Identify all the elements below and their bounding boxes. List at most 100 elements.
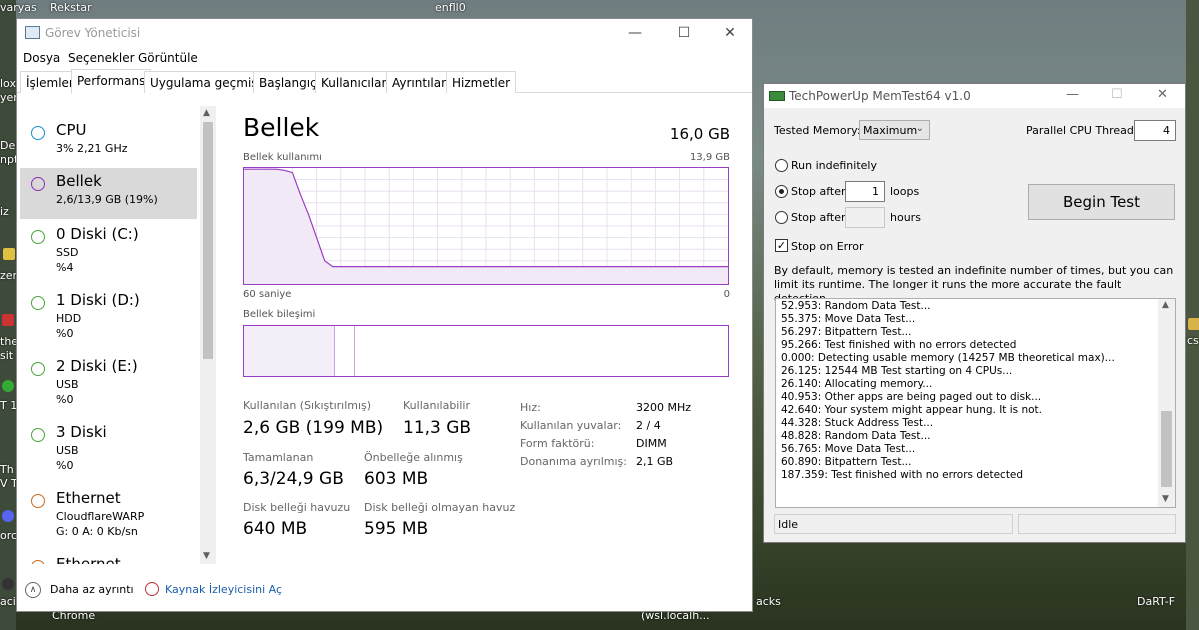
desktop-label[interactable]: T 1 xyxy=(0,399,17,412)
desktop-icon[interactable] xyxy=(2,510,14,522)
scrollbar-thumb[interactable] xyxy=(203,122,213,359)
sidebar-item-ethernet-0[interactable]: Ethernet CloudflareWARP G: 0 A: 0 Kb/sn xyxy=(20,485,197,549)
open-resource-monitor-link[interactable]: Kaynak İzleyicisini Aç xyxy=(165,583,282,596)
tab-users[interactable]: Kullanıcılar xyxy=(315,71,393,93)
nonpaged-pool-value: 595 MB xyxy=(364,519,429,539)
sidebar-item-detail: SSD xyxy=(56,246,79,259)
sidebar-scrollbar[interactable]: ▲ ▼ xyxy=(200,106,216,564)
minimize-button[interactable]: — xyxy=(612,19,658,47)
stop-after-hours-radio[interactable] xyxy=(775,211,788,224)
scroll-down-icon[interactable]: ▼ xyxy=(1162,494,1169,504)
window-title: TechPowerUp MemTest64 v1.0 xyxy=(789,89,971,103)
graph-axis-right: 0 xyxy=(723,289,730,300)
chevron-up-icon[interactable]: ∧ xyxy=(25,582,41,598)
maximize-button[interactable]: ☐ xyxy=(661,19,707,47)
desktop-icon[interactable] xyxy=(2,380,14,392)
desktop-label[interactable]: iz xyxy=(0,205,9,218)
threads-input[interactable]: 4 xyxy=(1134,120,1176,141)
sidebar-item-title: 0 Diski (C:) xyxy=(56,225,139,243)
maximize-button[interactable]: ☐ xyxy=(1111,87,1123,102)
cached-label: Önbelleğe alınmış xyxy=(364,451,463,464)
sidebar-item-disk-2[interactable]: 2 Diski (E:) USB %0 xyxy=(20,353,197,417)
desktop-label[interactable]: DaRT-F xyxy=(1137,595,1175,608)
sidebar-item-detail: %4 xyxy=(56,261,74,274)
in-use-value: 2,6 GB (199 MB) xyxy=(243,418,384,438)
close-button[interactable]: ✕ xyxy=(707,19,753,47)
hours-input[interactable] xyxy=(845,207,885,228)
memtest-window: TechPowerUp MemTest64 v1.0 — ☐ ✕ Tested … xyxy=(763,83,1186,543)
task-manager-icon xyxy=(25,26,40,39)
sidebar-item-detail: G: 0 A: 0 Kb/sn xyxy=(56,525,138,538)
log-line: 44.328: Stuck Address Test... xyxy=(781,417,934,429)
log-line: 60.890: Bitpattern Test... xyxy=(781,456,912,468)
tab-startup[interactable]: Başlangıç xyxy=(253,71,323,93)
scroll-down-icon[interactable]: ▼ xyxy=(203,551,210,561)
close-button[interactable]: ✕ xyxy=(1157,87,1168,102)
desktop-label[interactable]: aci xyxy=(0,595,16,608)
menu-file[interactable]: Dosya xyxy=(23,51,60,65)
sidebar-item-disk-0[interactable]: 0 Diski (C:) SSD %4 xyxy=(20,221,197,285)
minimize-button[interactable]: — xyxy=(1066,87,1079,102)
composition-in-use xyxy=(244,326,335,376)
sidebar-item-cpu[interactable]: CPU 3% 2,21 GHz xyxy=(20,117,197,165)
hours-label: hours xyxy=(890,211,921,224)
menu-view[interactable]: Görüntüle xyxy=(138,51,198,65)
run-indefinitely-label: Run indefinitely xyxy=(791,159,877,172)
paged-pool-label: Disk belleği havuzu xyxy=(243,501,351,514)
log-line: 42.640: Your system might appear hung. I… xyxy=(781,404,1043,416)
desktop-label[interactable]: Rekstar xyxy=(50,1,92,14)
stop-on-error-checkbox[interactable]: ✓ xyxy=(775,239,788,252)
usage-graph-max: 13,9 GB xyxy=(689,152,730,163)
tab-app-history[interactable]: Uygulama geçmişi xyxy=(144,71,267,93)
desktop-label[interactable]: Th xyxy=(0,463,14,476)
hardware-reserved-value: 2,1 GB xyxy=(636,455,674,468)
tab-details[interactable]: Ayrıntılar xyxy=(386,71,453,93)
log-line: 0.000: Detecting usable memory (14257 MB… xyxy=(781,352,1115,364)
graph-axis-left: 60 saniye xyxy=(243,289,292,300)
fewer-details-link[interactable]: Daha az ayrıntı xyxy=(50,583,134,596)
desktop-label[interactable]: sit xyxy=(0,349,13,362)
stop-on-error-label: Stop on Error xyxy=(791,240,864,253)
stop-after-hours-label: Stop after xyxy=(791,211,846,224)
desktop-icon[interactable] xyxy=(3,248,15,260)
log-line: 56.297: Bitpattern Test... xyxy=(781,326,912,338)
tested-memory-select[interactable]: Maximum ⌄ xyxy=(859,120,930,140)
footer-bar: ∧ Daha az ayrıntı Kaynak İzleyicisini Aç xyxy=(17,578,752,602)
composition-label: Bellek bileşimi xyxy=(243,309,316,320)
hardware-reserved-label: Donanıma ayrılmış: xyxy=(520,455,627,468)
cached-value: 603 MB xyxy=(364,469,429,489)
sidebar-item-title: 3 Diski xyxy=(56,423,107,441)
test-log[interactable]: 52.953: Random Data Test... 55.375: Move… xyxy=(775,298,1176,508)
desktop-label[interactable]: lox xyxy=(0,77,16,90)
desktop-label[interactable]: orc xyxy=(0,529,17,542)
scrollbar-thumb[interactable] xyxy=(1161,411,1172,487)
tab-services[interactable]: Hizmetler xyxy=(446,71,517,93)
run-indefinitely-radio[interactable] xyxy=(775,159,788,172)
sidebar-item-memory[interactable]: Bellek 2,6/13,9 GB (19%) xyxy=(20,168,197,219)
log-line: 40.953: Other apps are being paged out t… xyxy=(781,391,1042,403)
log-scrollbar[interactable]: ▲ ▼ xyxy=(1158,299,1175,507)
sidebar-item-ethernet-1[interactable]: Ethernet xyxy=(20,551,197,564)
loops-input[interactable]: 1 xyxy=(845,181,885,202)
threads-label: Parallel CPU Threads: xyxy=(1026,124,1144,137)
desktop-icon[interactable] xyxy=(2,578,14,590)
desktop-label[interactable]: cs xyxy=(1187,334,1199,347)
stop-after-loops-radio[interactable] xyxy=(775,185,788,198)
tab-performance[interactable]: Performans xyxy=(71,69,152,94)
desktop-label[interactable]: varyas xyxy=(0,1,37,14)
scroll-up-icon[interactable]: ▲ xyxy=(1162,300,1169,310)
sidebar-item-disk-3[interactable]: 3 Diski USB %0 xyxy=(20,419,197,483)
sidebar-item-disk-1[interactable]: 1 Diski (D:) HDD %0 xyxy=(20,287,197,351)
begin-test-button[interactable]: Begin Test xyxy=(1028,184,1175,220)
chevron-down-icon: ⌄ xyxy=(915,123,924,134)
desktop-icon[interactable] xyxy=(1188,318,1199,330)
desktop-label[interactable]: enfll0 xyxy=(435,1,466,14)
desktop-label[interactable]: acks xyxy=(756,595,781,608)
speed-value: 3200 MHz xyxy=(636,401,692,414)
scroll-up-icon[interactable]: ▲ xyxy=(203,108,210,118)
title-bar[interactable]: Görev Yöneticisi — ☐ ✕ xyxy=(17,19,752,47)
desktop-icon[interactable] xyxy=(2,314,14,326)
form-factor-value: DIMM xyxy=(636,437,667,450)
menu-options[interactable]: Seçenekler xyxy=(68,51,135,65)
title-bar[interactable]: TechPowerUp MemTest64 v1.0 — ☐ ✕ xyxy=(764,84,1185,108)
